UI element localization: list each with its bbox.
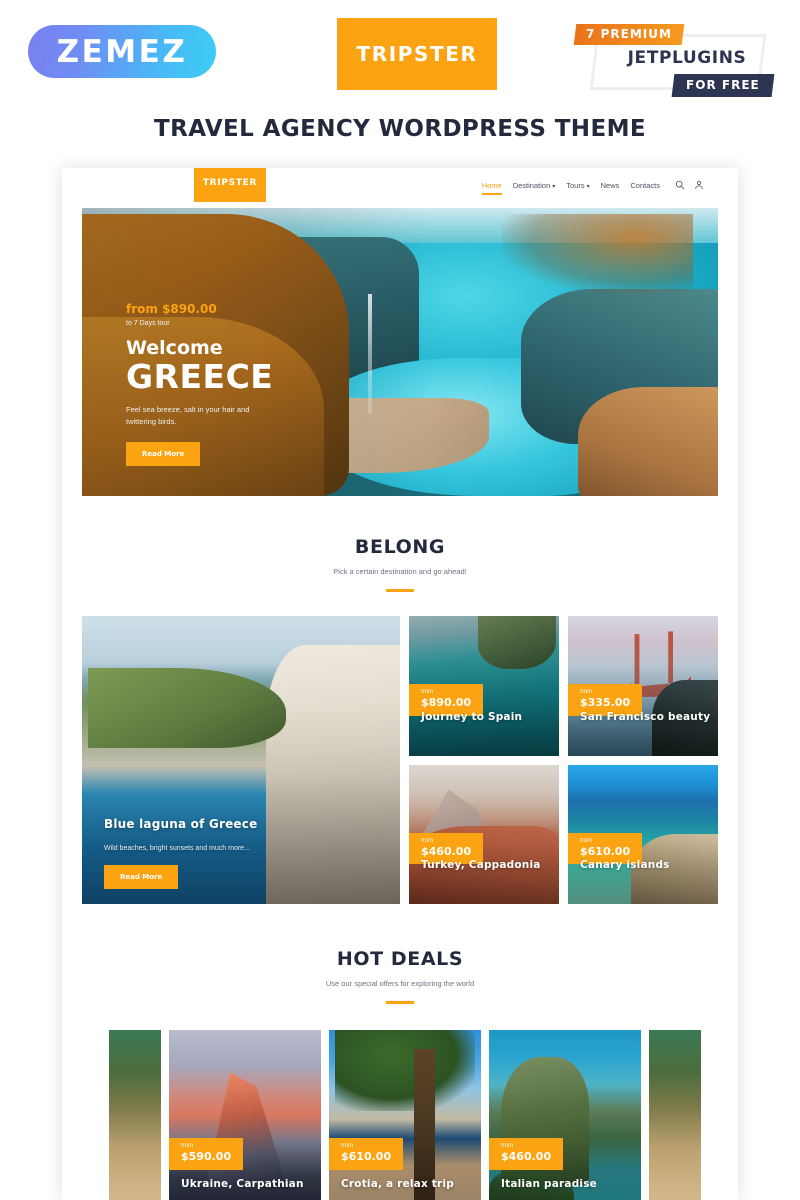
nav-label: Tours — [566, 180, 585, 190]
hero-description: Feel sea breeze, salt in your hair and t… — [126, 405, 250, 426]
card-title: Turkey, Cappadonia — [421, 859, 541, 871]
deal-card[interactable]: from $590.00 Ukraine, Carpathian — [169, 1030, 321, 1200]
section-divider — [386, 1001, 414, 1004]
page-title: TRAVEL AGENCY WORDPRESS THEME — [154, 116, 646, 142]
price-from-label: from — [580, 689, 592, 695]
destination-card[interactable]: from $890.00 Journey to Spain — [409, 616, 559, 756]
price-value: $335.00 — [580, 696, 631, 710]
hero-price: from $890.00 — [126, 302, 217, 316]
price-badge: from $590.00 — [169, 1138, 244, 1170]
hot-deals-subtitle: Use our special offers for exploring the… — [325, 979, 475, 988]
deal-card-partial-next[interactable] — [649, 1030, 701, 1200]
destination-card[interactable]: from $335.00 San Francisco beauty — [568, 616, 718, 756]
destination-card[interactable]: from $460.00 Turkey, Cappadonia — [409, 764, 559, 904]
card-title: Crotia, a relax trip — [341, 1178, 454, 1190]
header-icons — [675, 180, 704, 195]
price-value: $460.00 — [421, 844, 472, 858]
site-logo[interactable]: TRIPSTER — [194, 168, 266, 202]
theme-logo-text: TRIPSTER — [356, 42, 478, 66]
user-account-icon[interactable] — [694, 180, 704, 190]
price-value: $460.00 — [501, 1150, 552, 1164]
zemez-vendor-logo[interactable]: ZEMEZ — [28, 25, 216, 78]
branding-strip: ZEMEZ TRIPSTER JETPLUGINS 7 PREMIUM FOR … — [0, 0, 800, 168]
belong-section-header: BELONG Pick a certain destination and go… — [62, 536, 738, 592]
destination-cards-row: from $460.00 Turkey, Cappadonia from $61… — [409, 764, 718, 904]
feature-card-title: Blue laguna of Greece — [104, 817, 258, 831]
card-title: Ukraine, Carpathian — [181, 1178, 304, 1190]
price-value: $590.00 — [181, 1150, 232, 1164]
card-overlay — [169, 1030, 321, 1200]
site-header: TRIPSTER Home Destination ▾ Tours ▾ News C… — [62, 168, 738, 208]
price-value: $610.00 — [341, 1150, 392, 1164]
nav-item-tours[interactable]: Tours ▾ — [566, 181, 589, 195]
feature-read-more-button[interactable]: Read More — [104, 865, 179, 889]
card-overlay — [82, 616, 400, 904]
hero-welcome-text: Welcome — [126, 337, 223, 359]
search-icon[interactable] — [675, 180, 685, 190]
card-title: Italian paradise — [501, 1178, 597, 1190]
theme-logo-block: TRIPSTER — [337, 18, 497, 90]
belong-subtitle: Pick a certain destination and go ahead! — [333, 567, 467, 576]
feature-destination-card[interactable]: Blue laguna of Greece Wild beaches, brig… — [82, 616, 400, 904]
nav-item-contacts[interactable]: Contacts — [630, 181, 660, 195]
destinations-grid: Blue laguna of Greece Wild beaches, brig… — [82, 616, 718, 904]
card-image — [649, 1030, 701, 1200]
badge-premium-label: 7 PREMIUM — [586, 27, 672, 41]
deal-card-partial-prev[interactable] — [109, 1030, 161, 1200]
hot-deals-carousel[interactable]: from $590.00 Ukraine, Carpathian from $6… — [62, 1030, 738, 1200]
feature-card-description: Wild beaches, bright sunsets and much mo… — [104, 845, 250, 852]
card-title: Canary islands — [580, 859, 670, 871]
carousel-track: from $590.00 Ukraine, Carpathian from $6… — [109, 1030, 701, 1200]
card-title: San Francisco beauty — [580, 710, 711, 723]
price-from-label: from — [181, 1143, 193, 1149]
badge-free-ribbon: FOR FREE — [671, 74, 775, 97]
hot-deals-title: HOT DEALS — [336, 948, 464, 970]
destination-cards-column: from $890.00 Journey to Spain from $335.… — [409, 616, 718, 904]
nav-label: Home — [481, 180, 502, 190]
jetplugins-badge: JETPLUGINS 7 PREMIUM FOR FREE — [573, 20, 775, 106]
hero-content: from $890.00 to 7 Days tour Welcome GREE… — [126, 302, 276, 466]
price-from-label: from — [501, 1143, 513, 1149]
price-from-label: from — [421, 689, 433, 695]
badge-premium-ribbon: 7 PREMIUM — [573, 24, 685, 45]
nav-label: News — [600, 180, 620, 190]
price-value: $610.00 — [580, 844, 631, 858]
hero-country-title: GREECE — [126, 357, 274, 396]
chevron-down-icon: ▾ — [552, 183, 556, 190]
hero-slide: from $890.00 to 7 Days tour Welcome GREE… — [82, 208, 718, 496]
price-from-label: from — [341, 1143, 353, 1149]
main-navigation: Home Destination ▾ Tours ▾ News Contacts — [481, 180, 704, 195]
deal-card[interactable]: from $610.00 Crotia, a relax trip — [329, 1030, 481, 1200]
chevron-down-icon: ▾ — [586, 183, 590, 190]
hero-duration: to 7 Days tour — [126, 320, 170, 327]
nav-label: Contacts — [630, 180, 660, 190]
nav-item-news[interactable]: News — [601, 181, 620, 195]
card-overlay — [329, 1030, 481, 1200]
nav-item-destination[interactable]: Destination ▾ — [513, 181, 556, 195]
price-value: $890.00 — [421, 696, 472, 710]
nav-label: Destination — [512, 180, 551, 190]
destination-cards-row: from $890.00 Journey to Spain from $335.… — [409, 616, 718, 756]
destination-card[interactable]: from $610.00 Canary islands — [568, 764, 718, 904]
theme-preview-mockup: TRIPSTER Home Destination ▾ Tours ▾ News C… — [62, 168, 738, 1200]
card-overlay — [489, 1030, 641, 1200]
hero-read-more-button[interactable]: Read More — [126, 442, 201, 466]
price-from-label: from — [421, 837, 433, 844]
hot-deals-section-header: HOT DEALS Use our special offers for exp… — [62, 948, 738, 1004]
zemez-logo-text: ZEMEZ — [56, 33, 188, 70]
price-badge: from $610.00 — [329, 1138, 404, 1170]
deal-card[interactable]: from $460.00 Italian paradise — [489, 1030, 641, 1200]
belong-title: BELONG — [354, 536, 446, 558]
badge-free-label: FOR FREE — [686, 78, 761, 92]
price-from-label: from — [580, 837, 592, 844]
badge-main-label: JETPLUGINS — [627, 48, 747, 68]
card-title: Journey to Spain — [421, 710, 523, 723]
nav-item-home[interactable]: Home — [481, 180, 502, 195]
section-divider — [386, 589, 414, 592]
price-badge: from $460.00 — [489, 1138, 564, 1170]
site-logo-text: TRIPSTER — [202, 178, 258, 188]
card-image — [109, 1030, 161, 1200]
